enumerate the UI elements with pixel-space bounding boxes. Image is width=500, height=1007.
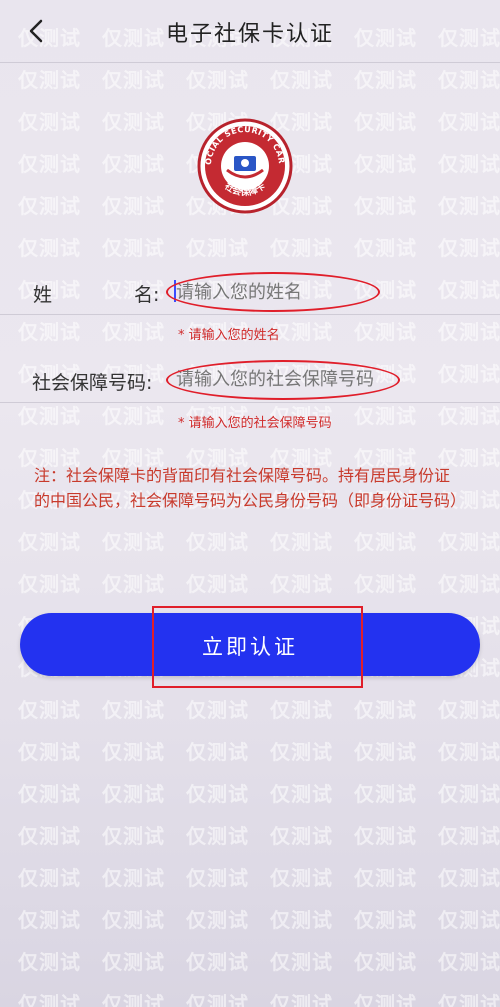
name-label-second-char: 名: xyxy=(134,284,160,306)
notice-text: 注：社会保障卡的背面印有社会保障号码。持有居民身份证的中国公民，社会保障号码为公… xyxy=(34,466,467,510)
header-bar: 电子社保卡认证 xyxy=(0,0,500,62)
name-error-message: * 请输入您的姓名 xyxy=(178,328,280,343)
social-security-number-label: 社会保障号码: xyxy=(32,372,153,394)
name-label-first-char: 姓 xyxy=(33,284,53,306)
social-security-card-logo: SOCIAL SECURITY CARD 社会保障卡 xyxy=(197,118,293,214)
id-input-highlight xyxy=(166,360,400,400)
button-highlight-box xyxy=(152,606,363,688)
name-input-highlight xyxy=(166,272,380,312)
id-row-divider xyxy=(0,402,500,403)
name-row-divider xyxy=(0,314,500,315)
header-divider xyxy=(0,62,500,63)
page-title: 电子社保卡认证 xyxy=(165,22,334,47)
id-error-message: * 请输入您的社会保障号码 xyxy=(178,416,332,431)
